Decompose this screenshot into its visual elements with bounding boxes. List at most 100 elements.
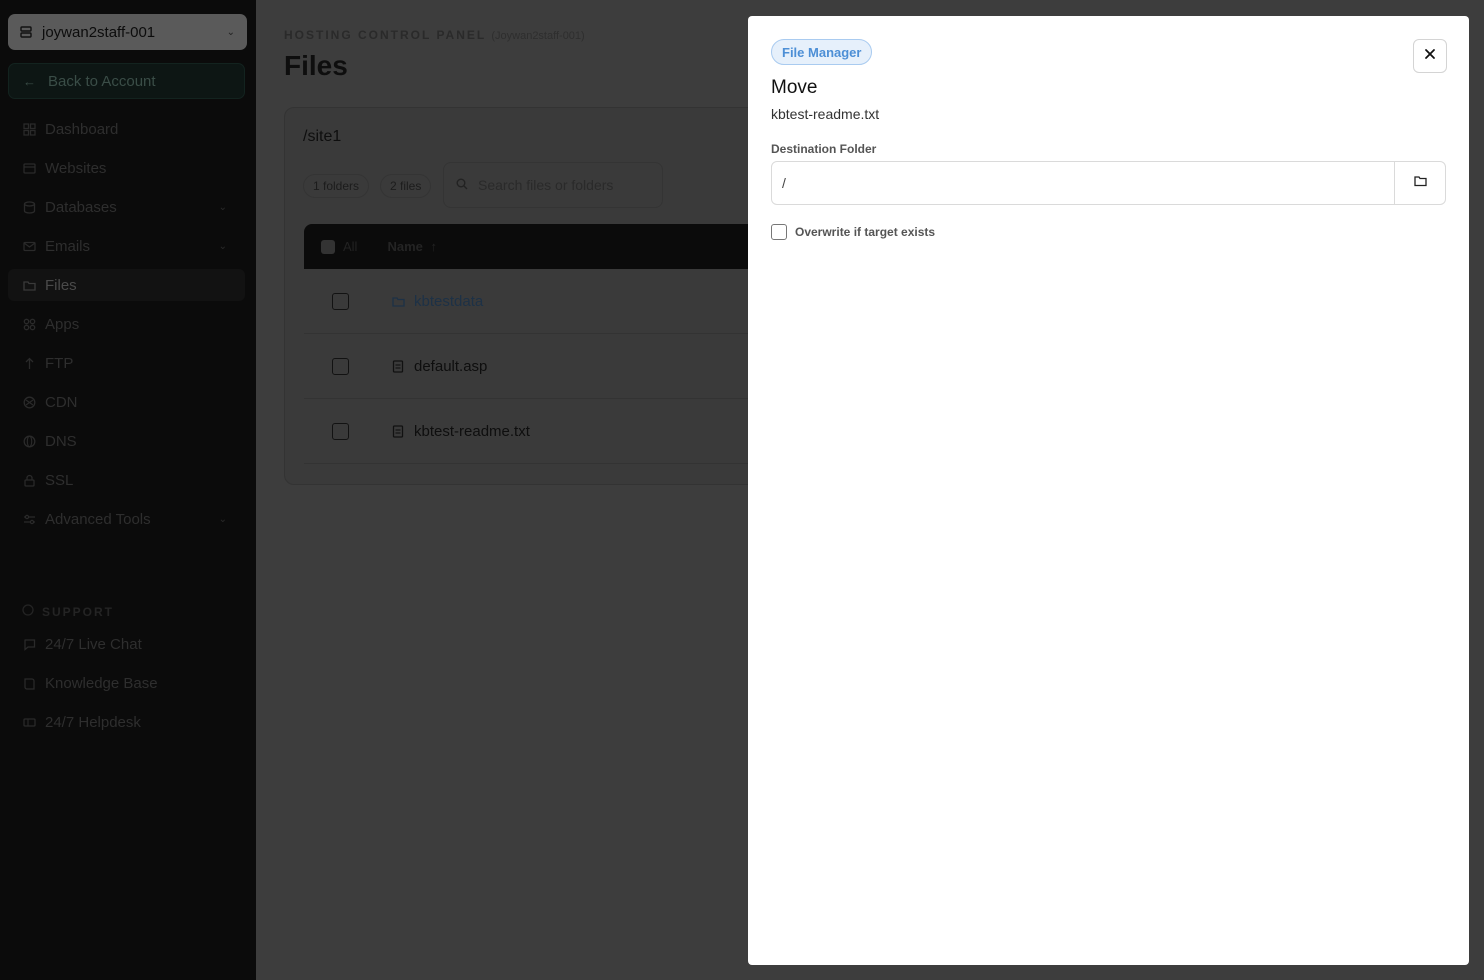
file-icon — [392, 424, 406, 438]
help-circle-icon — [22, 604, 34, 619]
back-to-account-button[interactable]: ← Back to Account — [8, 63, 245, 99]
globe-icon — [22, 434, 36, 448]
file-count-badge: 2 files — [380, 174, 432, 198]
support-label-text: SUPPORT — [42, 604, 115, 619]
sidebar-item-dns[interactable]: DNS — [8, 425, 245, 457]
sidebar-item-label: FTP — [45, 354, 74, 372]
sidebar-item-label: 24/7 Helpdesk — [45, 713, 141, 731]
chevron-down-icon: ⌄ — [218, 513, 227, 525]
sidebar-item-cdn[interactable]: CDN — [8, 386, 245, 418]
apps-icon — [22, 317, 36, 331]
chevron-down-icon: ⌄ — [226, 26, 235, 38]
sidebar-item-label: 24/7 Live Chat — [45, 635, 142, 653]
current-path: /site1 — [303, 128, 342, 145]
folder-icon — [392, 295, 406, 308]
search-placeholder: Search files or folders — [478, 177, 614, 193]
table-header: All Name ↑ — [304, 224, 765, 269]
page-header: HOSTING CONTROL PANEL (Joywan2staff-001)… — [284, 28, 585, 82]
table-row[interactable]: kbtestdata — [304, 269, 765, 334]
browser-icon — [22, 161, 36, 175]
sidebar-item-label: Advanced Tools — [45, 510, 151, 528]
sidebar-item-label: Emails — [45, 237, 91, 255]
ftp-icon — [22, 356, 36, 370]
cdn-icon — [22, 395, 36, 409]
sidebar-item-dashboard[interactable]: Dashboard — [8, 113, 245, 145]
sliders-icon — [22, 512, 36, 526]
sidebar-item-label: Websites — [45, 159, 107, 177]
browse-folder-button[interactable] — [1394, 162, 1445, 204]
sidebar: joywan2staff-001 ⌄ ← Back to Account Das… — [0, 0, 256, 980]
destination-folder-input[interactable] — [772, 162, 1394, 204]
support-section-label: SUPPORT — [22, 604, 114, 619]
destination-folder-label: Destination Folder — [771, 142, 877, 156]
sidebar-item-advanced-tools[interactable]: Advanced Tools ⌄ — [8, 503, 245, 535]
table-row[interactable]: kbtest-readme.txt — [304, 399, 765, 464]
sidebar-item-live-chat[interactable]: 24/7 Live Chat — [8, 628, 245, 660]
sidebar-item-apps[interactable]: Apps — [8, 308, 245, 340]
sidebar-item-label: Databases — [45, 198, 117, 216]
sidebar-item-label: Files — [45, 276, 77, 294]
kicker-account: (Joywan2staff-001) — [491, 30, 585, 42]
sidebar-item-helpdesk[interactable]: 24/7 Helpdesk — [8, 706, 245, 738]
search-input[interactable]: Search files or folders — [443, 162, 663, 208]
select-all-checkbox[interactable] — [321, 239, 335, 254]
file-manager-badge: File Manager — [771, 39, 873, 65]
close-button[interactable] — [1413, 39, 1447, 73]
dialog-title: Move — [771, 77, 818, 98]
row-checkbox[interactable] — [332, 422, 349, 440]
sidebar-item-emails[interactable]: Emails ⌄ — [8, 230, 245, 262]
sidebar-item-label: Dashboard — [45, 120, 119, 138]
sidebar-item-files[interactable]: Files — [8, 269, 245, 301]
sort-arrow-icon: ↑ — [430, 239, 438, 254]
destination-folder-field — [771, 161, 1446, 205]
name-header-label: Name — [387, 239, 423, 254]
move-dialog: File Manager Move kbtest-readme.txt Dest… — [748, 16, 1469, 965]
page-kicker: HOSTING CONTROL PANEL (Joywan2staff-001) — [284, 28, 585, 42]
dialog-subtitle: kbtest-readme.txt — [771, 106, 880, 122]
sidebar-item-label: SSL — [45, 471, 74, 489]
file-name[interactable]: default.asp — [414, 358, 487, 375]
folder-icon — [1413, 174, 1427, 192]
close-icon — [1424, 47, 1436, 65]
search-icon — [456, 177, 468, 193]
table-row[interactable]: default.asp — [304, 334, 765, 399]
database-icon — [22, 200, 36, 214]
name-column-header[interactable]: Name ↑ — [387, 239, 437, 254]
book-icon — [22, 676, 36, 690]
chevron-down-icon: ⌄ — [218, 201, 227, 213]
sidebar-item-label: Knowledge Base — [45, 674, 158, 692]
file-name[interactable]: kbtestdata — [414, 293, 483, 310]
row-checkbox[interactable] — [332, 292, 349, 310]
overwrite-label: Overwrite if target exists — [795, 225, 936, 239]
sidebar-item-websites[interactable]: Websites — [8, 152, 245, 184]
sidebar-item-databases[interactable]: Databases ⌄ — [8, 191, 245, 223]
file-name[interactable]: kbtest-readme.txt — [414, 423, 530, 440]
row-checkbox[interactable] — [332, 357, 349, 375]
sidebar-item-ftp[interactable]: FTP — [8, 347, 245, 379]
kicker-text: HOSTING CONTROL PANEL — [284, 28, 487, 42]
folder-count-badge: 1 folders — [303, 174, 370, 198]
ticket-icon — [22, 715, 36, 729]
lock-icon — [22, 473, 36, 487]
account-selector[interactable]: joywan2staff-001 ⌄ — [8, 14, 247, 50]
sidebar-item-ssl[interactable]: SSL — [8, 464, 245, 496]
chat-icon — [22, 637, 36, 651]
server-icon — [20, 26, 32, 38]
sidebar-item-label: CDN — [45, 393, 78, 411]
grid-icon — [22, 122, 36, 136]
chevron-down-icon: ⌄ — [218, 240, 227, 252]
mail-icon — [22, 239, 36, 253]
select-all-label: All — [343, 239, 358, 254]
file-browser-panel: /site1 1 folders 2 files Search files or… — [284, 107, 765, 485]
sidebar-item-label: DNS — [45, 432, 77, 450]
sidebar-item-label: Apps — [45, 315, 80, 333]
folder-icon — [22, 278, 36, 292]
overwrite-option[interactable]: Overwrite if target exists — [771, 224, 935, 240]
back-to-account-label: Back to Account — [48, 72, 156, 90]
sidebar-item-knowledge-base[interactable]: Knowledge Base — [8, 667, 245, 699]
page-title: Files — [284, 50, 348, 81]
account-name: joywan2staff-001 — [42, 23, 156, 41]
arrow-left-icon: ← — [23, 73, 36, 89]
file-icon — [392, 359, 406, 373]
overwrite-checkbox[interactable] — [771, 224, 787, 240]
